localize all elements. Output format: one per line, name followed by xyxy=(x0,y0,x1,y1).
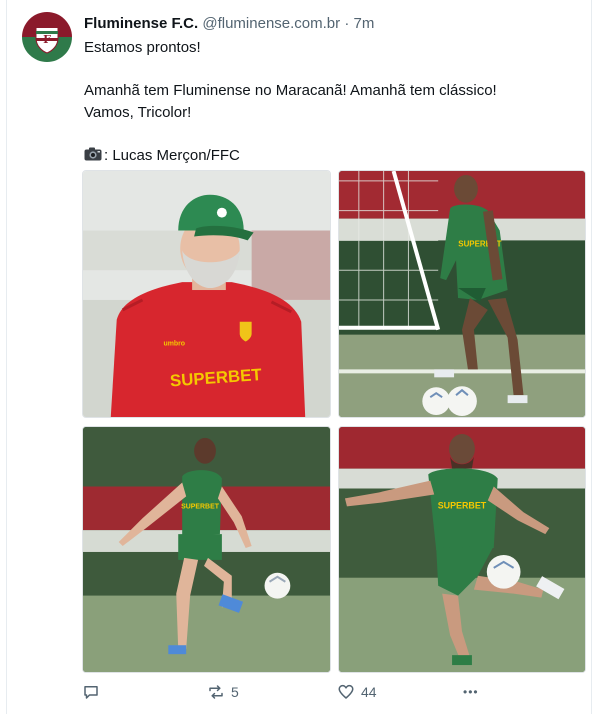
reply-icon xyxy=(84,686,98,699)
tweet-header: Fluminense F.C. @fluminense.com.br · 7m xyxy=(84,14,374,34)
author-handle[interactable]: @fluminense.com.br xyxy=(202,15,340,32)
photo-coach[interactable]: SUPERBET umbro xyxy=(82,170,331,418)
player-goal-photo-image: SUPERBET xyxy=(339,171,585,417)
player-kick-photo-image: SUPERBET xyxy=(83,427,330,672)
author-avatar[interactable]: F xyxy=(22,12,72,62)
tweet-line: Amanhã tem Fluminense no Maracanã! Amanh… xyxy=(84,82,497,100)
photo-player-goal[interactable]: SUPERBET xyxy=(338,170,586,418)
svg-text:umbro: umbro xyxy=(163,341,185,348)
like-count: 44 xyxy=(361,684,377,700)
heart-icon xyxy=(338,684,354,699)
more-button[interactable]: ••• xyxy=(463,680,479,704)
tweet-text: Estamos prontos! Amanhã tem Fluminense n… xyxy=(84,37,574,167)
tweet-line-break xyxy=(84,59,574,81)
photo-player-volley[interactable]: SUPERBET xyxy=(338,426,586,673)
coach-photo-image: SUPERBET umbro xyxy=(83,171,330,417)
reply-button[interactable] xyxy=(82,680,106,704)
player-volley-photo-image: SUPERBET xyxy=(339,427,585,672)
club-crest-logo: F xyxy=(22,12,72,62)
more-icon: ••• xyxy=(463,685,479,699)
photo-credit: : Lucas Merçon/FFC xyxy=(84,145,574,167)
sponsor-text: SUPERBET xyxy=(181,503,220,510)
tweet-timestamp[interactable]: 7m xyxy=(353,15,374,32)
tweet-line-break xyxy=(84,123,574,145)
retweet-icon xyxy=(209,685,223,699)
header-separator: · xyxy=(344,15,350,32)
svg-text:F: F xyxy=(43,33,51,46)
photo-player-kick[interactable]: SUPERBET xyxy=(82,426,331,673)
tweet-line: Estamos prontos! xyxy=(84,39,201,56)
tweet-actions: 5 44 ••• xyxy=(80,680,500,704)
camera-icon xyxy=(84,147,102,161)
retweet-button[interactable]: 5 xyxy=(207,680,239,704)
tweet-line: Vamos, Tricolor! xyxy=(84,103,192,121)
retweet-count: 5 xyxy=(231,684,239,700)
like-button[interactable]: 44 xyxy=(337,680,377,704)
author-name[interactable]: Fluminense F.C. xyxy=(84,15,198,32)
photo-grid: SUPERBET umbro SUPERBET SUPERBET SUPERBE… xyxy=(82,170,586,673)
sponsor-text: SUPERBET xyxy=(438,500,487,510)
photo-credit-text: : Lucas Merçon/FFC xyxy=(104,146,240,164)
